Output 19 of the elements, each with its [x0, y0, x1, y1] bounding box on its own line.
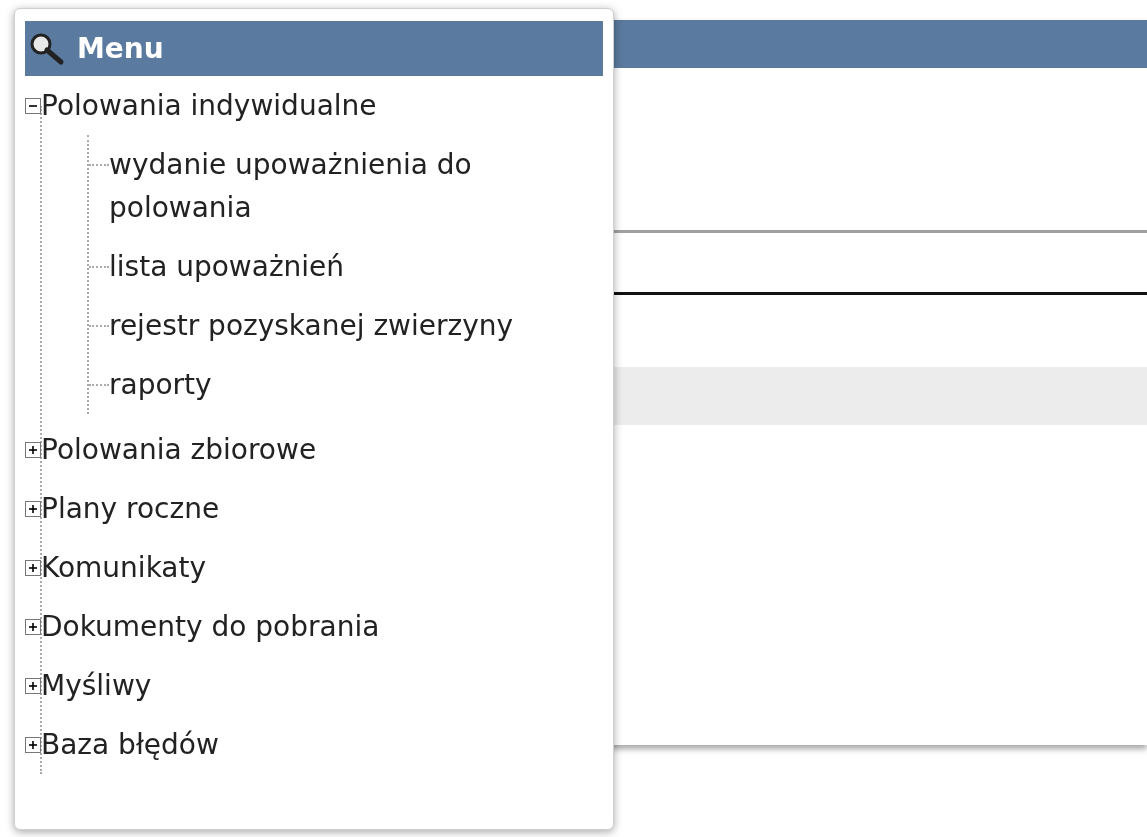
menu-item[interactable]: Myśliwy	[41, 664, 152, 707]
expand-icon[interactable]	[25, 559, 41, 576]
menu-item[interactable]: Komunikaty	[41, 546, 207, 589]
menu-item[interactable]: Polowania zbiorowe	[41, 428, 317, 471]
collapse-icon[interactable]	[25, 97, 41, 114]
expand-icon[interactable]	[25, 677, 41, 694]
expand-icon[interactable]	[25, 736, 41, 753]
menu-item[interactable]: Dokumenty do pobrania	[41, 605, 380, 648]
menu-item[interactable]: Polowania indywidualne	[41, 84, 377, 127]
expand-icon[interactable]	[25, 441, 41, 458]
menu-item[interactable]: Plany roczne	[41, 487, 220, 530]
expand-icon[interactable]	[25, 500, 41, 517]
submenu-item[interactable]: raporty	[109, 363, 579, 406]
menu-title: Menu	[77, 30, 164, 67]
expand-icon[interactable]	[25, 618, 41, 635]
submenu-item[interactable]: wydanie upoważnienia do polowania	[109, 143, 579, 229]
submenu-item[interactable]: rejestr pozyskanej zwierzyny	[109, 304, 579, 347]
menu-item[interactable]: Baza błędów	[41, 723, 219, 766]
submenu-item[interactable]: lista upoważnień	[109, 245, 579, 288]
